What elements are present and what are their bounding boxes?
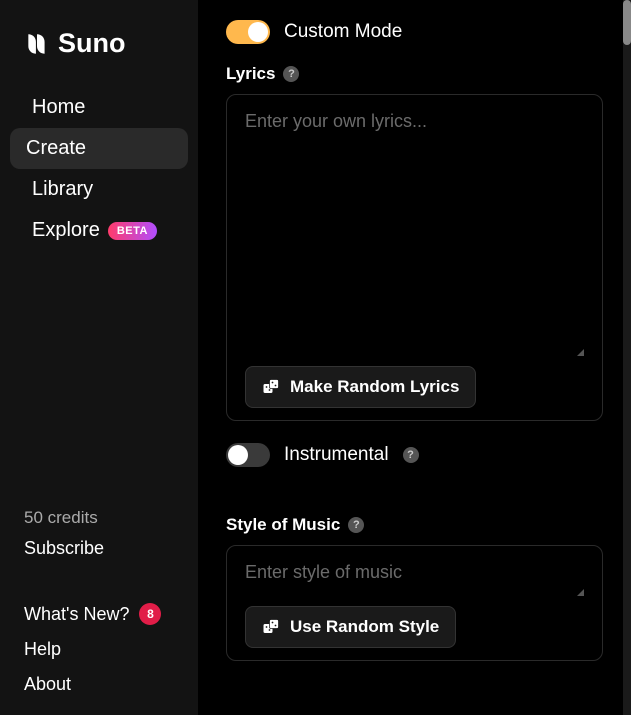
credits-amount: 50 credits (24, 508, 174, 528)
custom-mode-label: Custom Mode (284, 21, 402, 43)
nav-label: Library (32, 178, 93, 201)
logo-text: Suno (58, 28, 126, 59)
beta-badge: BETA (108, 222, 157, 240)
nav-label: Home (32, 96, 85, 119)
toggle-knob (228, 445, 248, 465)
credits-section: 50 credits Subscribe (0, 508, 198, 583)
help-icon[interactable]: ? (403, 447, 419, 463)
lyrics-placeholder: Enter your own lyrics... (245, 111, 427, 131)
lyrics-textarea[interactable]: Enter your own lyrics... (245, 111, 584, 356)
style-label: Style of Music (226, 515, 340, 535)
style-placeholder: Enter style of music (245, 562, 402, 582)
lyrics-section-header: Lyrics ? (226, 64, 603, 84)
random-lyrics-label: Make Random Lyrics (290, 377, 459, 397)
nav-explore[interactable]: Explore BETA (10, 210, 188, 251)
footer-about[interactable]: About (24, 674, 174, 695)
nav-label: Create (26, 137, 86, 160)
lyrics-input-box: Enter your own lyrics... Make Random Lyr… (226, 94, 603, 421)
custom-mode-toggle[interactable] (226, 20, 270, 44)
toggle-knob (248, 22, 268, 42)
scrollbar-track[interactable] (623, 0, 631, 715)
dice-icon (262, 378, 280, 396)
help-icon[interactable]: ? (283, 66, 299, 82)
footer-help[interactable]: Help (24, 639, 174, 660)
style-section-header: Style of Music ? (226, 515, 603, 535)
footer-label: Help (24, 639, 61, 660)
instrumental-row: Instrumental ? (226, 443, 603, 467)
custom-mode-row: Custom Mode (226, 20, 603, 44)
make-random-lyrics-button[interactable]: Make Random Lyrics (245, 366, 476, 408)
footer-whats-new[interactable]: What's New? 8 (24, 603, 174, 625)
footer-label: About (24, 674, 71, 695)
use-random-style-button[interactable]: Use Random Style (245, 606, 456, 648)
nav-library[interactable]: Library (10, 169, 188, 210)
resize-handle-icon[interactable] (577, 589, 584, 596)
instrumental-label: Instrumental (284, 444, 389, 466)
subscribe-link[interactable]: Subscribe (24, 538, 174, 559)
help-icon[interactable]: ? (348, 517, 364, 533)
logo[interactable]: Suno (0, 20, 198, 87)
instrumental-toggle[interactable] (226, 443, 270, 467)
suno-logo-icon (24, 31, 50, 57)
primary-nav: Home Create Library Explore BETA (0, 87, 198, 251)
nav-create[interactable]: Create (10, 128, 188, 169)
nav-home[interactable]: Home (10, 87, 188, 128)
style-input-box: Enter style of music Use Random Style (226, 545, 603, 661)
scrollbar-thumb[interactable] (623, 0, 631, 45)
lyrics-label: Lyrics (226, 64, 275, 84)
sidebar: Suno Home Create Library Explore BETA 50… (0, 0, 198, 715)
main-content: Custom Mode Lyrics ? Enter your own lyri… (198, 0, 631, 715)
style-textarea[interactable]: Enter style of music (245, 562, 584, 596)
footer-nav: What's New? 8 Help About (0, 583, 198, 695)
dice-icon (262, 618, 280, 636)
notification-badge: 8 (139, 603, 161, 625)
footer-label: What's New? (24, 604, 129, 625)
nav-label: Explore (32, 219, 100, 242)
resize-handle-icon[interactable] (577, 349, 584, 356)
random-style-label: Use Random Style (290, 617, 439, 637)
